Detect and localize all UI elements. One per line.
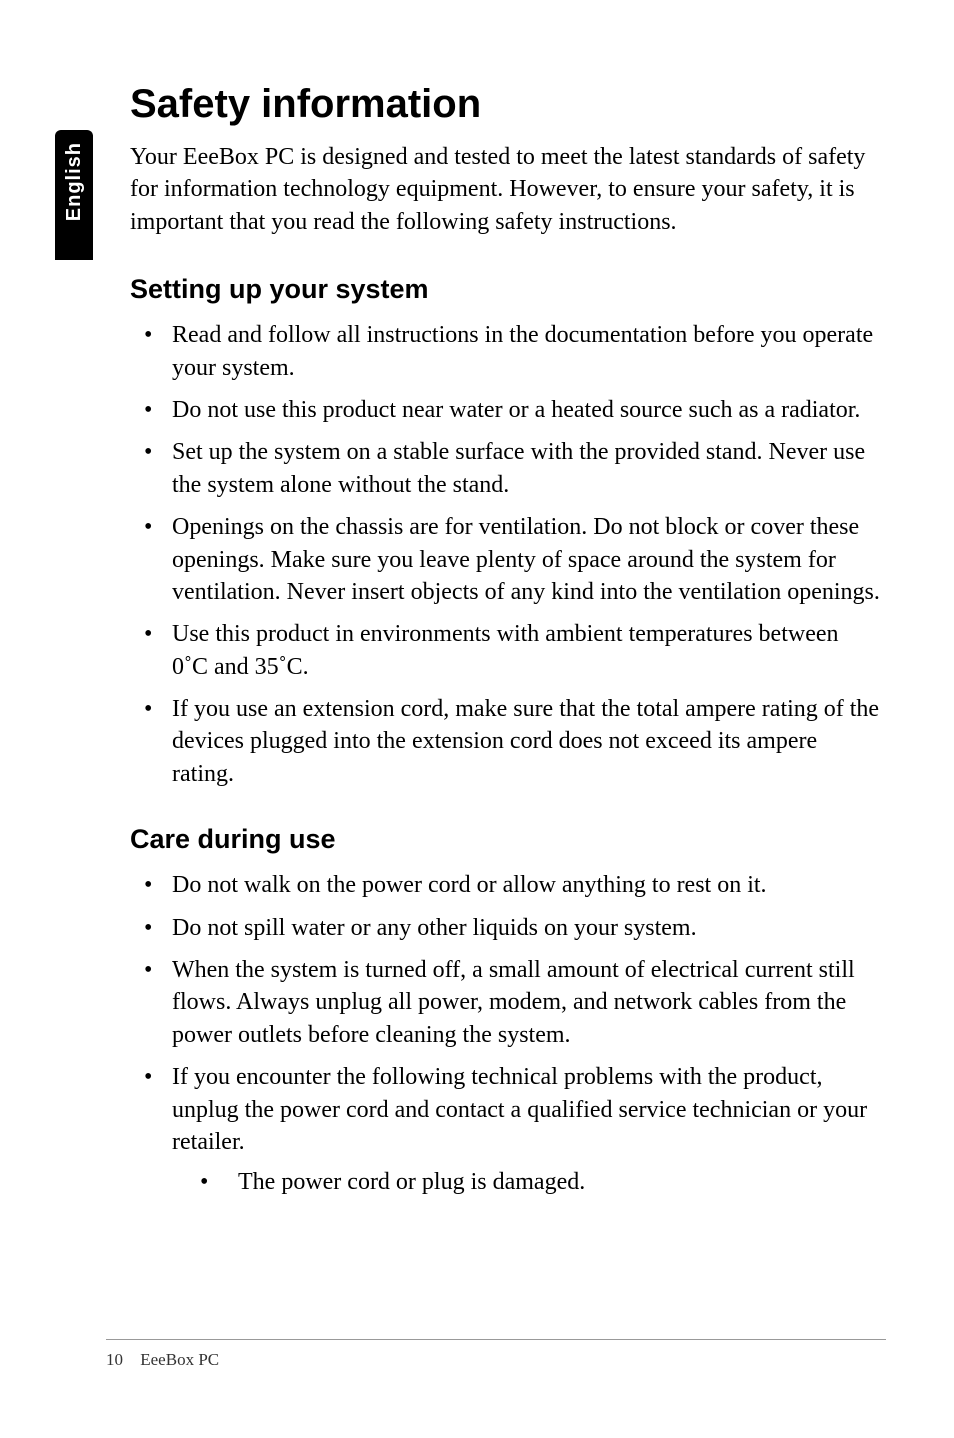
list-item-text: If you encounter the following technical… <box>172 1064 867 1155</box>
section-heading-setup: Setting up your system <box>130 274 880 305</box>
language-tab: English <box>55 130 93 260</box>
list-item: Set up the system on a stable surface wi… <box>130 436 880 501</box>
section-heading-care: Care during use <box>130 824 880 855</box>
page-number: 10 <box>106 1350 136 1370</box>
list-item: If you encounter the following technical… <box>130 1061 880 1199</box>
bullet-list-care: Do not walk on the power cord or allow a… <box>130 869 880 1199</box>
language-tab-label: English <box>63 142 86 221</box>
page-footer: 10 EeeBox PC <box>106 1339 886 1370</box>
sub-bullet-list: The power cord or plug is damaged. <box>172 1166 880 1198</box>
sub-list-item: The power cord or plug is damaged. <box>172 1166 880 1198</box>
list-item: Read and follow all instructions in the … <box>130 319 880 384</box>
list-item: Do not walk on the power cord or allow a… <box>130 869 880 901</box>
footer-product: EeeBox PC <box>140 1350 219 1369</box>
list-item: If you use an extension cord, make sure … <box>130 693 880 790</box>
bullet-list-setup: Read and follow all instructions in the … <box>130 319 880 790</box>
intro-paragraph: Your EeeBox PC is designed and tested to… <box>130 141 880 238</box>
list-item: Openings on the chassis are for ventilat… <box>130 511 880 608</box>
page-title: Safety information <box>130 82 880 127</box>
list-item: Use this product in environments with am… <box>130 618 880 683</box>
list-item: When the system is turned off, a small a… <box>130 954 880 1051</box>
list-item: Do not spill water or any other liquids … <box>130 912 880 944</box>
page-content: Safety information Your EeeBox PC is des… <box>130 82 880 1233</box>
list-item: Do not use this product near water or a … <box>130 394 880 426</box>
